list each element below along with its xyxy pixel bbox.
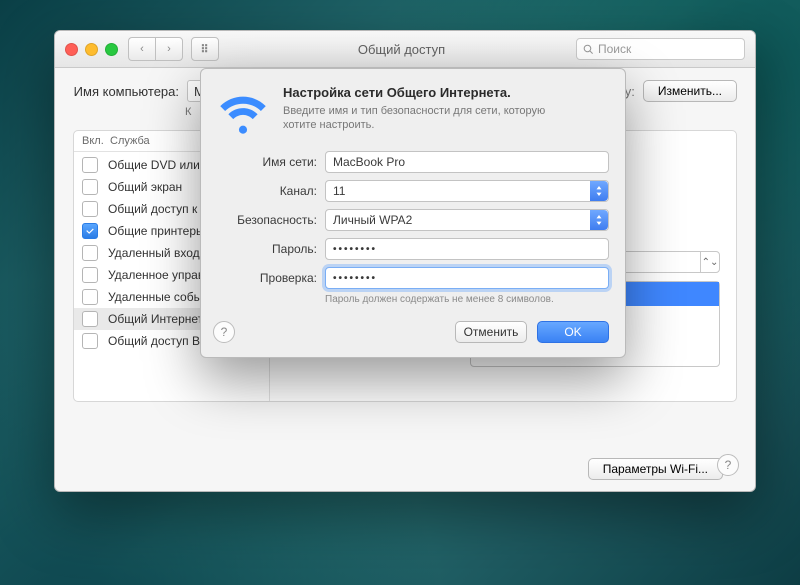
service-checkbox[interactable] xyxy=(82,333,98,349)
nav-buttons: ‹ › xyxy=(128,37,183,61)
sheet-subtitle: Введите имя и тип безопасности для сети,… xyxy=(283,104,563,132)
security-select[interactable]: Личный WPA2 xyxy=(325,209,609,231)
service-label: Общий Интернет xyxy=(108,312,203,326)
password-label: Пароль: xyxy=(217,242,317,256)
wifi-icon xyxy=(217,85,269,137)
verify-value: •••••••• xyxy=(333,273,377,284)
channel-select[interactable]: 11 xyxy=(325,180,609,202)
service-checkbox[interactable] xyxy=(82,289,98,305)
search-field[interactable]: Поиск xyxy=(576,38,745,60)
change-name-button[interactable]: Изменить... xyxy=(643,80,737,102)
password-field[interactable]: •••••••• xyxy=(325,238,609,260)
security-value: Личный WPA2 xyxy=(333,213,412,227)
grid-button-group: ⠿ xyxy=(191,37,219,61)
cancel-button[interactable]: Отменить xyxy=(455,321,527,343)
titlebar: ‹ › ⠿ Общий доступ Поиск xyxy=(55,31,755,68)
service-label: Удаленные событи xyxy=(108,290,214,304)
service-checkbox[interactable] xyxy=(82,223,98,239)
network-name-field[interactable]: MacBook Pro xyxy=(325,151,609,173)
forward-button[interactable]: › xyxy=(155,37,183,61)
sheet-title: Настройка сети Общего Интернета. xyxy=(283,85,563,100)
channel-label: Канал: xyxy=(217,184,317,198)
sheet-buttons: Отменить OK xyxy=(217,321,609,343)
service-checkbox[interactable] xyxy=(82,245,98,261)
password-value: •••••••• xyxy=(333,244,377,255)
service-checkbox[interactable] xyxy=(82,311,98,327)
service-label: Общий доступ к ф xyxy=(108,202,210,216)
show-all-button[interactable]: ⠿ xyxy=(191,37,219,61)
service-checkbox[interactable] xyxy=(82,267,98,283)
window-controls xyxy=(65,43,118,56)
share-suffix: у: xyxy=(625,84,635,99)
window-title: Общий доступ xyxy=(227,42,576,57)
security-label: Безопасность: xyxy=(217,213,317,227)
chevron-up-down-icon xyxy=(590,210,608,230)
header-service: Служба xyxy=(110,135,150,147)
sheet-help-button[interactable]: ? xyxy=(213,321,235,343)
chevron-up-down-icon xyxy=(590,181,608,201)
service-checkbox[interactable] xyxy=(82,201,98,217)
service-label: Удаленный вход xyxy=(108,246,200,260)
header-on: Вкл. xyxy=(82,135,110,147)
zoom-window-button[interactable] xyxy=(105,43,118,56)
verify-field[interactable]: •••••••• xyxy=(325,267,609,289)
service-label: Общий экран xyxy=(108,180,182,194)
service-label: Общий доступ Bl xyxy=(108,334,203,348)
help-button[interactable]: ? xyxy=(717,454,739,476)
search-placeholder: Поиск xyxy=(598,42,631,56)
computer-name-label: Имя компьютера: xyxy=(73,84,179,99)
password-hint: Пароль должен содержать не менее 8 симво… xyxy=(325,294,609,305)
ok-button[interactable]: OK xyxy=(537,321,609,343)
verify-label: Проверка: xyxy=(217,271,317,285)
service-checkbox[interactable] xyxy=(82,157,98,173)
wifi-options-button[interactable]: Параметры Wi-Fi... xyxy=(588,458,723,480)
internet-sharing-sheet: Настройка сети Общего Интернета. Введите… xyxy=(200,68,626,358)
back-button[interactable]: ‹ xyxy=(128,37,155,61)
search-icon xyxy=(583,44,594,55)
service-label: Общие DVD или C xyxy=(108,158,212,172)
close-window-button[interactable] xyxy=(65,43,78,56)
network-name-label: Имя сети: xyxy=(217,155,317,169)
network-name-value: MacBook Pro xyxy=(333,155,405,169)
minimize-window-button[interactable] xyxy=(85,43,98,56)
sheet-header: Настройка сети Общего Интернета. Введите… xyxy=(217,85,609,137)
channel-value: 11 xyxy=(333,184,345,198)
service-label: Удаленное управл xyxy=(108,268,211,282)
chevron-up-down-icon: ⌃⌄ xyxy=(700,252,719,272)
service-label: Общие принтеры xyxy=(108,224,205,238)
service-checkbox[interactable] xyxy=(82,179,98,195)
